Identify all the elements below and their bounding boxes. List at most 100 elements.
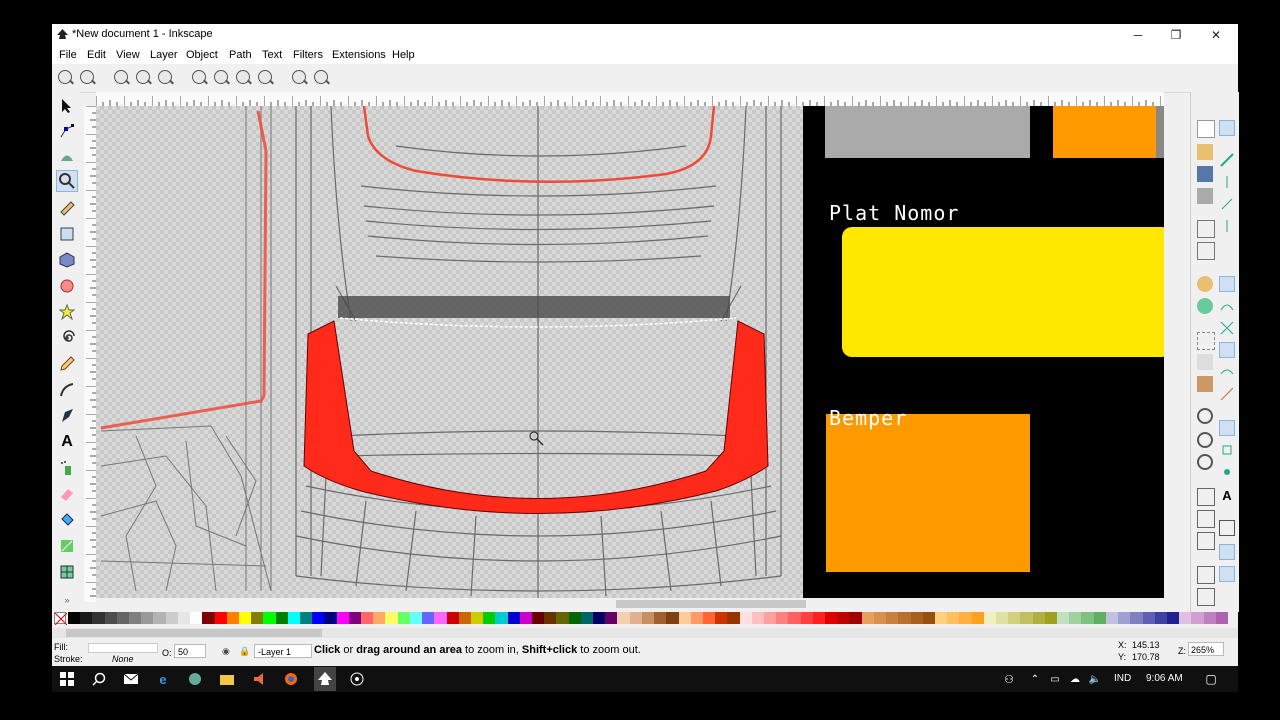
open-icon[interactable] xyxy=(1197,144,1213,160)
close-button[interactable]: ✕ xyxy=(1196,25,1236,45)
mesh-tool-icon[interactable] xyxy=(56,561,78,583)
network-icon[interactable]: ▭ xyxy=(1046,670,1064,688)
palette-swatch[interactable] xyxy=(983,612,997,624)
star-tool-icon[interactable] xyxy=(56,301,78,323)
ellipse-tool-icon[interactable] xyxy=(56,275,78,297)
zoom-page-width-icon[interactable] xyxy=(258,70,272,84)
clone-icon[interactable] xyxy=(1197,510,1215,528)
menu-extensions[interactable]: Extensions xyxy=(332,49,386,61)
snap-bbox-corner-icon[interactable] xyxy=(1219,196,1235,212)
palette-swatch[interactable] xyxy=(1020,612,1034,624)
zoom-page-icon[interactable] xyxy=(236,70,250,84)
snap-center-icon[interactable] xyxy=(1219,442,1235,458)
palette-swatch[interactable] xyxy=(275,612,289,624)
palette-swatch[interactable] xyxy=(934,612,948,624)
palette-swatch[interactable] xyxy=(202,612,216,624)
palette-swatch[interactable] xyxy=(361,612,374,624)
search-icon[interactable] xyxy=(90,670,108,688)
palette-swatch[interactable] xyxy=(837,612,850,624)
snap-page-icon[interactable] xyxy=(1219,520,1235,536)
menu-help[interactable]: Help xyxy=(392,49,415,61)
import-icon[interactable] xyxy=(1197,220,1215,238)
eraser-tool-icon[interactable] xyxy=(56,483,78,505)
zoom-in-icon[interactable] xyxy=(58,70,72,84)
palette-swatch[interactable] xyxy=(373,612,386,624)
palette-swatch[interactable] xyxy=(1081,612,1095,624)
restore-button[interactable]: ❐ xyxy=(1156,25,1196,45)
snap-midpoint-icon[interactable] xyxy=(1219,386,1235,402)
palette-swatch[interactable] xyxy=(324,612,338,624)
menu-text[interactable]: Text xyxy=(262,49,282,61)
zoom-field[interactable]: 265% xyxy=(1188,642,1224,656)
layer-visibility-icon[interactable]: ◉ xyxy=(222,646,230,657)
palette-swatch[interactable] xyxy=(1008,612,1021,624)
action-center-icon[interactable]: ▢ xyxy=(1202,670,1220,688)
palette-swatch[interactable] xyxy=(886,612,899,624)
node-tool-icon[interactable] xyxy=(56,120,78,142)
palette-swatch[interactable] xyxy=(495,612,509,624)
zoom-1-1-icon[interactable] xyxy=(114,70,128,84)
layer-lock-icon[interactable]: 🔒 xyxy=(239,646,250,657)
palette-swatch[interactable] xyxy=(764,612,777,624)
palette-swatch[interactable] xyxy=(861,612,875,624)
snap-smooth-icon[interactable] xyxy=(1219,364,1235,380)
palette-swatch[interactable] xyxy=(1057,612,1070,624)
snap-path-icon[interactable] xyxy=(1219,298,1235,314)
snap-bbox-icon[interactable] xyxy=(1219,152,1235,168)
palette-swatch[interactable] xyxy=(104,612,118,624)
palette-swatch[interactable] xyxy=(849,612,863,624)
undo-icon[interactable] xyxy=(1197,276,1213,292)
palette-swatch[interactable] xyxy=(641,612,655,624)
snap-grid-icon[interactable] xyxy=(1219,544,1235,560)
group-icon[interactable] xyxy=(1197,566,1215,584)
menu-file[interactable]: File xyxy=(59,49,77,61)
palette-swatch[interactable] xyxy=(348,612,362,624)
3dbox-tool-icon[interactable] xyxy=(56,249,78,271)
no-paint-swatch[interactable] xyxy=(54,612,67,625)
palette-swatch[interactable] xyxy=(458,612,472,624)
drawing-canvas[interactable]: Plat Nomor Bemper xyxy=(96,106,1164,598)
text-tool-icon[interactable]: A xyxy=(56,431,78,453)
palette-swatch[interactable] xyxy=(141,612,154,624)
volume-icon[interactable]: 🔈 xyxy=(1086,670,1104,688)
toolbox-more-icon[interactable]: » xyxy=(56,589,78,611)
spiral-tool-icon[interactable] xyxy=(56,327,78,349)
palette-swatch[interactable] xyxy=(654,612,667,624)
zoom-next-icon[interactable] xyxy=(314,70,328,84)
snap-rotation-center-icon[interactable] xyxy=(1219,464,1235,480)
palette-swatch[interactable] xyxy=(702,612,716,624)
menu-filters[interactable]: Filters xyxy=(293,49,323,61)
palette-swatch[interactable] xyxy=(165,612,179,624)
palette-swatch[interactable] xyxy=(580,612,594,624)
snap-others-icon[interactable] xyxy=(1219,420,1235,436)
zoom-selection-panel-icon[interactable] xyxy=(1197,408,1213,424)
spray-tool-icon[interactable] xyxy=(56,457,78,479)
ungroup-icon[interactable] xyxy=(1197,588,1215,606)
palette-swatch[interactable] xyxy=(1191,612,1205,624)
palette-swatch[interactable] xyxy=(80,612,93,624)
pen-tool-icon[interactable] xyxy=(56,379,78,401)
palette-swatch[interactable] xyxy=(483,612,496,624)
palette-swatch[interactable] xyxy=(1203,612,1217,624)
palette-swatch[interactable] xyxy=(605,612,618,624)
language-indicator[interactable]: IND xyxy=(1114,673,1131,684)
menu-object[interactable]: Object xyxy=(186,49,218,61)
rect-tool-icon[interactable] xyxy=(56,223,78,245)
palette-swatch[interactable] xyxy=(446,612,460,624)
snap-bbox-midpoint-icon[interactable] xyxy=(1219,218,1235,234)
minimize-button[interactable]: ─ xyxy=(1118,25,1158,45)
palette-swatch[interactable] xyxy=(996,612,1009,624)
palette-swatch[interactable] xyxy=(1142,612,1156,624)
palette-swatch[interactable] xyxy=(739,612,753,624)
snap-nodes-icon[interactable] xyxy=(1219,276,1235,292)
menu-path[interactable]: Path xyxy=(229,49,252,61)
file-explorer-icon[interactable] xyxy=(218,670,236,688)
clock[interactable]: 9:06 AM xyxy=(1146,673,1183,684)
tweak-tool-icon[interactable] xyxy=(56,145,78,167)
palette-swatch[interactable] xyxy=(190,612,203,624)
zoom-tool-icon[interactable] xyxy=(56,170,78,192)
pencil-tool-icon[interactable] xyxy=(56,353,78,375)
snap-intersection-icon[interactable] xyxy=(1219,320,1235,336)
export-icon[interactable] xyxy=(1197,242,1215,260)
zoom-2-1-icon[interactable] xyxy=(158,70,172,84)
